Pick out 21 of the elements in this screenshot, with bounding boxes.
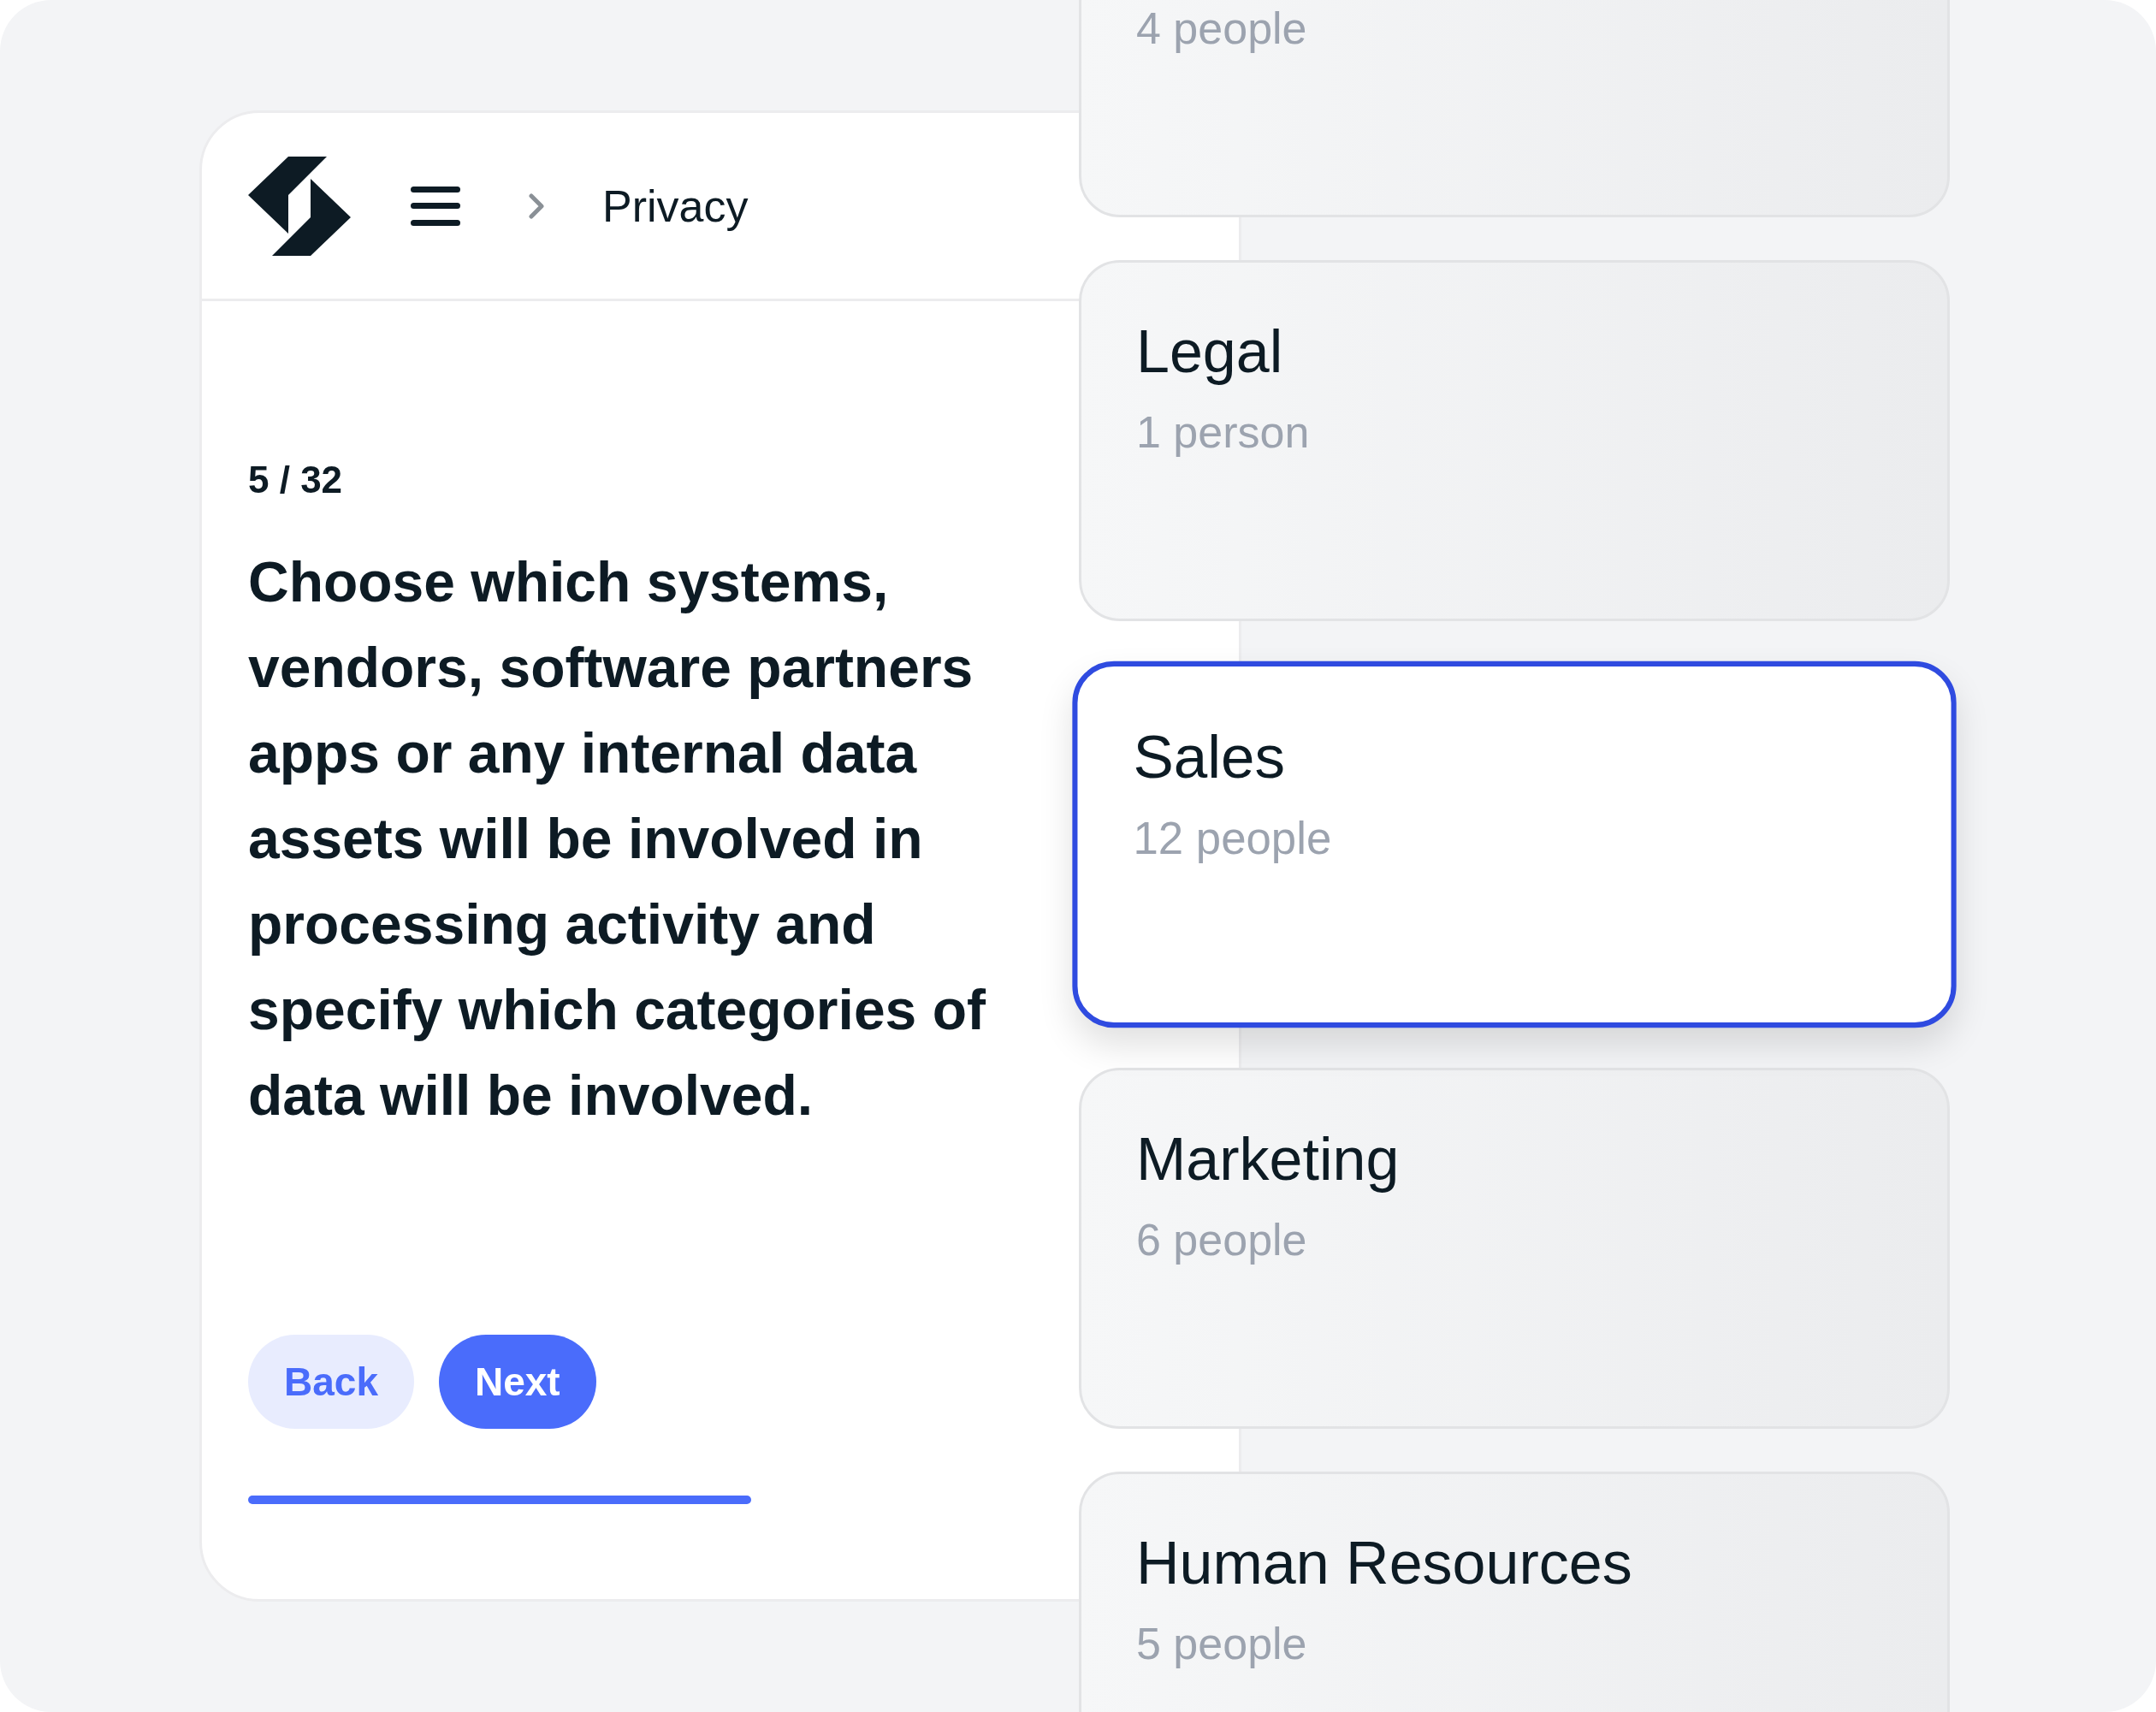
group-card[interactable]: Legal 1 person (1079, 260, 1950, 621)
group-name: Human Resources (1136, 1529, 1633, 1597)
member-count: 1 person (1136, 406, 1311, 458)
chevron-right-icon (529, 193, 544, 219)
member-count: 4 people (1136, 3, 1308, 54)
group-name: Legal (1136, 317, 1284, 386)
group-card[interactable]: Marketing 6 people (1079, 1068, 1950, 1429)
group-name: Sales (1133, 721, 1287, 792)
group-card[interactable]: Human Resources 5 people (1079, 1472, 1950, 1712)
back-button[interactable]: Back (248, 1335, 414, 1429)
logo-icon (248, 156, 351, 256)
question-text: Choose which systems, vendors, software partners apps or any internal data assets will be involved in processing activity and specify which categories of data will be involved. (248, 549, 986, 1128)
member-count: 5 people (1136, 1618, 1308, 1669)
breadcrumb-item[interactable]: Privacy (602, 172, 749, 240)
member-count: 12 people (1133, 812, 1333, 865)
group-card[interactable]: Sales 12 people (1072, 661, 1957, 1028)
step-counter: 5 / 32 (248, 458, 344, 502)
group-name: Marketing (1136, 1125, 1401, 1194)
member-count: 6 people (1136, 1214, 1308, 1265)
next-button[interactable]: Next (438, 1335, 596, 1429)
menu-icon[interactable] (411, 186, 460, 226)
